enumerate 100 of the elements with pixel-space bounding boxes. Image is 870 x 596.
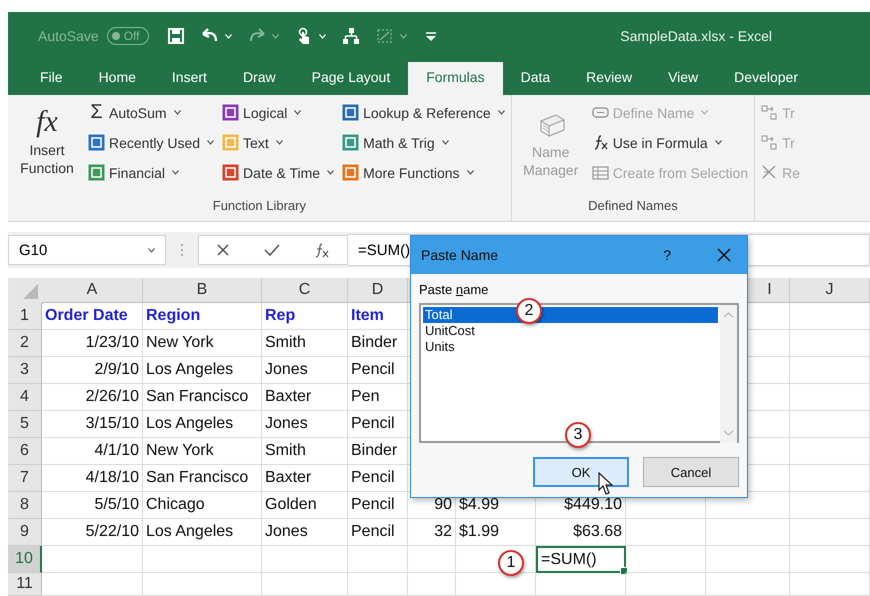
- cell-text: New York: [146, 334, 214, 352]
- caret-icon: [318, 34, 326, 38]
- cell-text: Binder: [351, 334, 398, 352]
- ribbon-button[interactable]: Math & Trig: [342, 131, 505, 154]
- table-icon: [592, 164, 609, 181]
- ribbon-tab[interactable]: Home: [80, 62, 154, 95]
- cancel-icon[interactable]: [216, 243, 230, 257]
- group-label: Function Library: [212, 198, 307, 215]
- ribbon-tab[interactable]: View: [650, 62, 716, 95]
- check-icon[interactable]: [264, 243, 280, 257]
- ribbon-tab[interactable]: Review: [568, 62, 650, 95]
- column-header[interactable]: C: [298, 281, 310, 299]
- row-header[interactable]: 7: [8, 465, 42, 492]
- cell-text: Binder: [351, 442, 398, 460]
- cell-text: Rep: [265, 307, 296, 325]
- cell-text: Pencil: [351, 415, 395, 433]
- cell-text: $4.99: [459, 496, 500, 514]
- list-item[interactable]: Units: [423, 339, 718, 355]
- cell-text: Los Angeles: [146, 523, 234, 541]
- ribbon-button[interactable]: More Functions: [342, 161, 505, 184]
- cell-text: 90: [434, 496, 452, 514]
- help-button[interactable]: ?: [663, 247, 671, 263]
- caret-icon: [172, 170, 180, 175]
- cell-text: Order Date: [45, 307, 128, 325]
- caret-icon: [466, 170, 474, 175]
- row-header[interactable]: 3: [8, 357, 42, 384]
- row-header[interactable]: 2: [8, 330, 42, 357]
- category-icon: [342, 104, 360, 121]
- cell-text: 3/15/10: [86, 415, 139, 433]
- cell-text: 2/9/10: [94, 361, 139, 379]
- caret-icon: [498, 110, 505, 115]
- category-icon: [342, 134, 360, 151]
- ribbon-tab[interactable]: File: [22, 62, 81, 95]
- ribbon-button[interactable]: Date & Time: [222, 161, 334, 184]
- ribbon-button[interactable]: Logical: [222, 101, 334, 124]
- ribbon-tab[interactable]: Page Layout: [294, 62, 408, 95]
- cell-text: 1/23/10: [86, 334, 139, 352]
- ribbon-tab[interactable]: Developer: [716, 62, 816, 95]
- ribbon-tab[interactable]: Insert: [154, 62, 225, 95]
- row-header[interactable]: 4: [8, 384, 42, 411]
- ribbon-tab[interactable]: Data: [502, 62, 568, 95]
- list-item[interactable]: UnitCost: [423, 323, 718, 339]
- row-header[interactable]: 5: [8, 411, 42, 438]
- row-header[interactable]: 9: [8, 519, 42, 546]
- column-header[interactable]: A: [86, 281, 98, 299]
- dialog-button[interactable]: Cancel: [643, 457, 739, 487]
- cell-text: Pencil: [351, 523, 395, 541]
- row-header[interactable]: 8: [8, 492, 42, 519]
- scrollbar-icon: [720, 305, 737, 443]
- cell-text: 2/26/10: [86, 388, 139, 406]
- column-header[interactable]: D: [372, 281, 384, 299]
- column-header[interactable]: J: [826, 281, 834, 299]
- row-header[interactable]: 11: [8, 573, 42, 596]
- hierarchy-icon: [342, 27, 360, 45]
- list-label: Paste name: [419, 282, 490, 297]
- ribbon-tab[interactable]: Formulas: [408, 62, 503, 95]
- close-icon[interactable]: [717, 248, 731, 262]
- trace-arrows-icon: [761, 104, 778, 121]
- ribbon-button[interactable]: Lookup & Reference: [342, 101, 505, 124]
- column-header[interactable]: I: [767, 281, 772, 299]
- cell-text: Item: [351, 307, 384, 325]
- ribbon-button[interactable]: Text: [222, 131, 334, 154]
- category-icon: [222, 164, 240, 181]
- trace-arrows-icon: [761, 134, 778, 151]
- name-box[interactable]: G10: [8, 235, 166, 265]
- fx-icon[interactable]: [314, 242, 330, 258]
- quick-access-button[interactable]: [166, 27, 185, 45]
- table-cell: [348, 573, 408, 596]
- ribbon-button[interactable]: Use in Formula: [592, 131, 748, 154]
- quick-access-button[interactable]: [342, 27, 360, 45]
- caret-icon: [174, 110, 181, 115]
- cell-text: Pen: [351, 388, 380, 406]
- caret-icon: [224, 34, 232, 38]
- group-label: Defined Names: [587, 198, 679, 215]
- active-cell[interactable]: =SUM(): [536, 546, 626, 573]
- ribbon-button[interactable]: Σ AutoSum: [88, 101, 214, 124]
- row-header[interactable]: 1: [8, 303, 42, 330]
- row-header[interactable]: 10: [8, 546, 42, 573]
- cell-text: Jones: [265, 415, 308, 433]
- column-header[interactable]: B: [196, 281, 208, 299]
- cell-text: Pencil: [351, 361, 395, 379]
- cell-text: $63.68: [573, 523, 622, 541]
- cell-text: Jones: [265, 523, 308, 541]
- save-icon: [166, 27, 185, 45]
- row-header[interactable]: 6: [8, 438, 42, 465]
- cell-text: $1.99: [459, 523, 500, 541]
- ribbon-button[interactable]: Recently Used: [88, 131, 214, 154]
- cell-text: Baxter: [265, 469, 312, 487]
- caret-icon: [207, 140, 214, 145]
- cell-text: New York: [146, 442, 214, 460]
- caret-icon: [701, 110, 708, 115]
- category-icon: [88, 134, 105, 151]
- ribbon-tab[interactable]: Draw: [224, 62, 294, 95]
- cell-text: Pencil: [351, 469, 395, 487]
- large-ribbon-button[interactable]: fx Insert Function: [14, 101, 80, 198]
- cell-text: San Francisco: [146, 388, 248, 406]
- dialog-button[interactable]: OK: [533, 457, 629, 487]
- caret-icon: [272, 34, 279, 38]
- cell-text: Los Angeles: [146, 415, 234, 433]
- ribbon-button[interactable]: Financial: [88, 161, 214, 184]
